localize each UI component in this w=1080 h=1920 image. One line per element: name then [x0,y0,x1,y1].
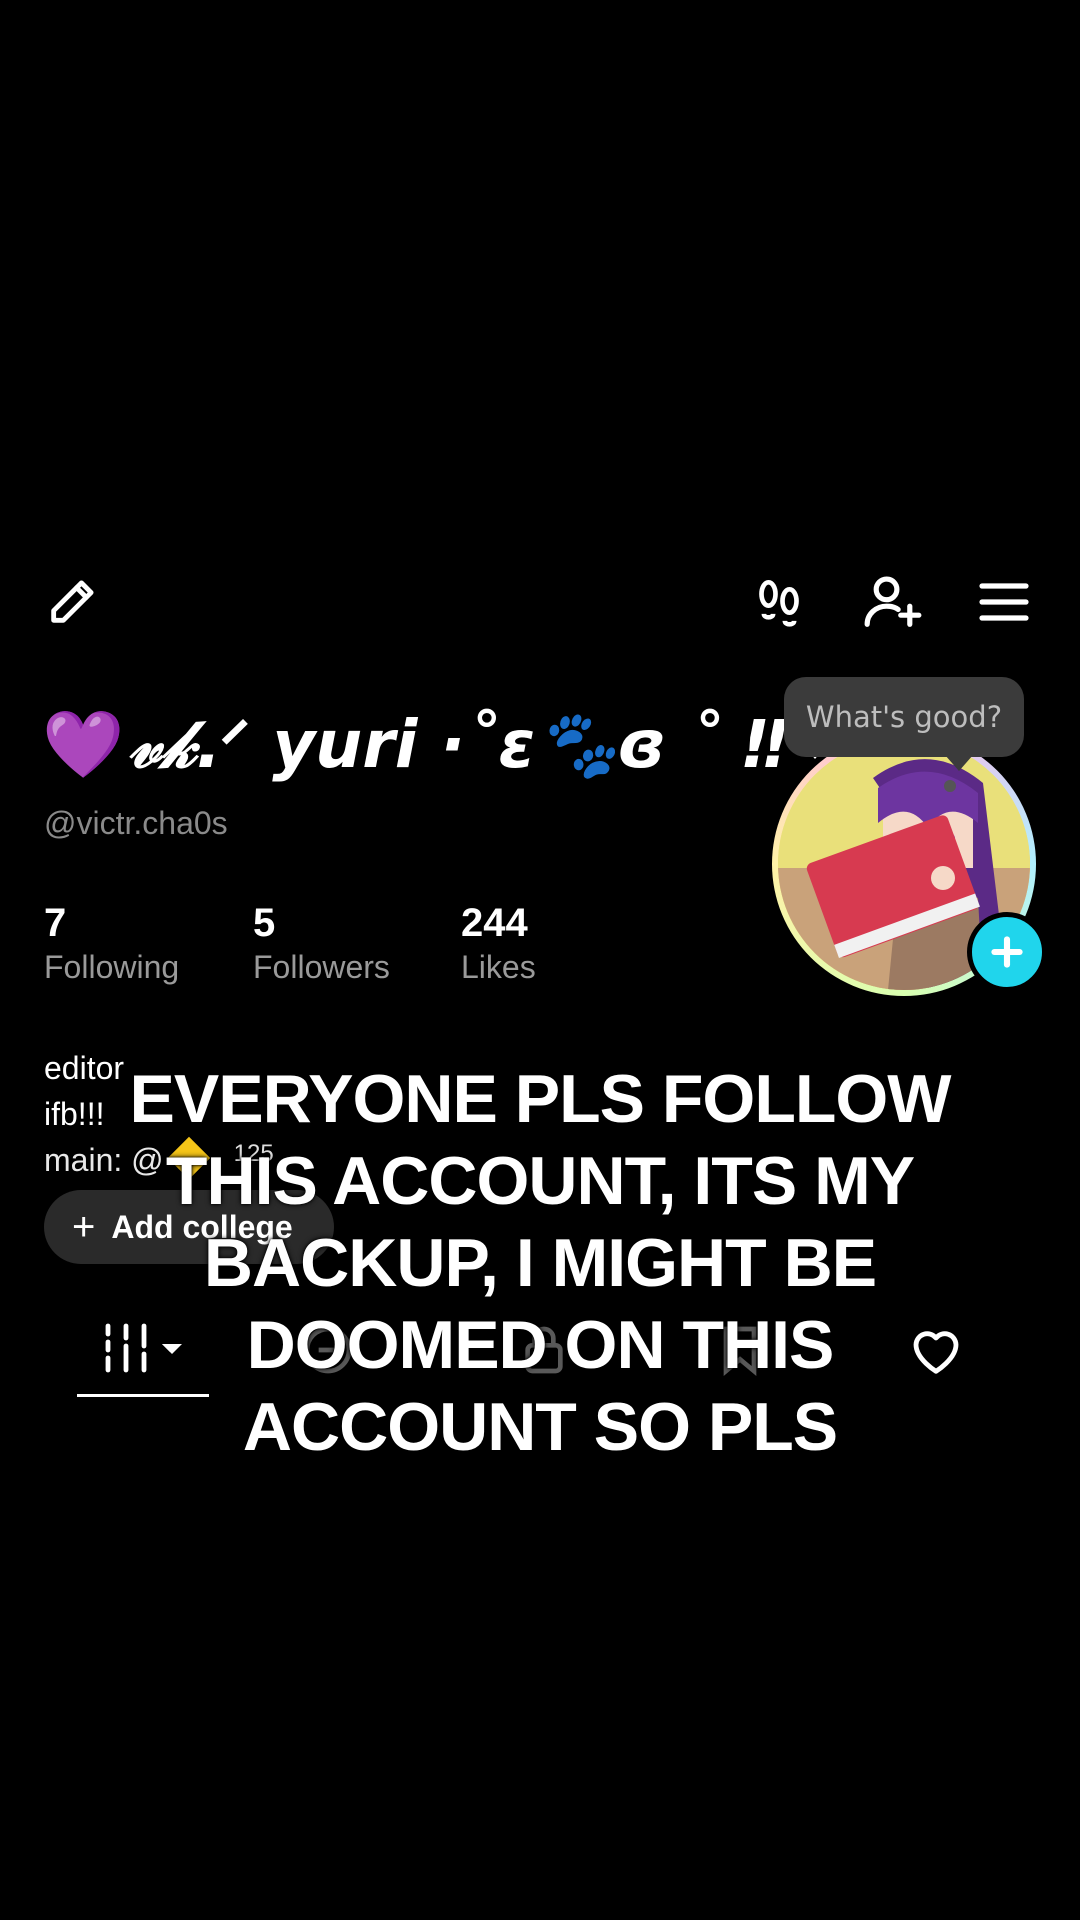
likes-count: 244 [461,901,528,945]
purple-heart-emoji: 💜 [42,707,125,781]
add-story-button[interactable] [967,912,1047,992]
stat-following[interactable]: 7 Following [44,900,179,988]
profile-views-button[interactable] [746,568,812,634]
bubble-tail [945,755,973,771]
following-label: Following [44,949,180,985]
profile-screen: 💜 𝓋𝓀.ᐟ yuri ·˚ɛ🐾ɞ ˚ ‼ @victr.cha0s 7 Fol… [0,0,1080,1920]
username: @victr.cha0s [44,805,228,841]
overlay-caption: EVERYONE PLS FOLLOW THIS ACCOUNT, ITS MY… [40,1058,1040,1468]
plus-icon [991,936,1023,968]
caption-line: THIS ACCOUNT, ITS MY [165,1143,915,1219]
bubble-dot [944,780,956,792]
followers-count: 5 [253,901,276,945]
add-user-icon [864,576,922,627]
display-name: 𝓋𝓀.ᐟ yuri ·˚ɛ🐾ɞ ˚ ‼ [128,705,787,783]
display-name-row[interactable]: 💜 𝓋𝓀.ᐟ yuri ·˚ɛ🐾ɞ ˚ ‼ [42,700,847,790]
following-count: 7 [44,901,67,945]
add-friend-button[interactable] [858,566,928,636]
stat-followers[interactable]: 5 Followers [253,900,390,988]
status-bubble[interactable]: What's good? [784,677,1024,757]
likes-label: Likes [461,949,536,985]
pencil-icon [51,580,94,623]
edit-profile-button[interactable] [40,568,106,634]
caption-line: ACCOUNT SO PLS [242,1389,838,1465]
caption-line: EVERYONE PLS FOLLOW [129,1061,952,1137]
followers-label: Followers [253,949,390,985]
caption-line: BACKUP, I MIGHT BE [203,1225,877,1301]
hamburger-menu-icon [979,583,1029,621]
footprints-icon [759,580,799,627]
caption-line: DOOMED ON THIS [246,1307,835,1383]
menu-button[interactable] [976,574,1032,630]
stat-likes[interactable]: 244 Likes [461,900,536,988]
